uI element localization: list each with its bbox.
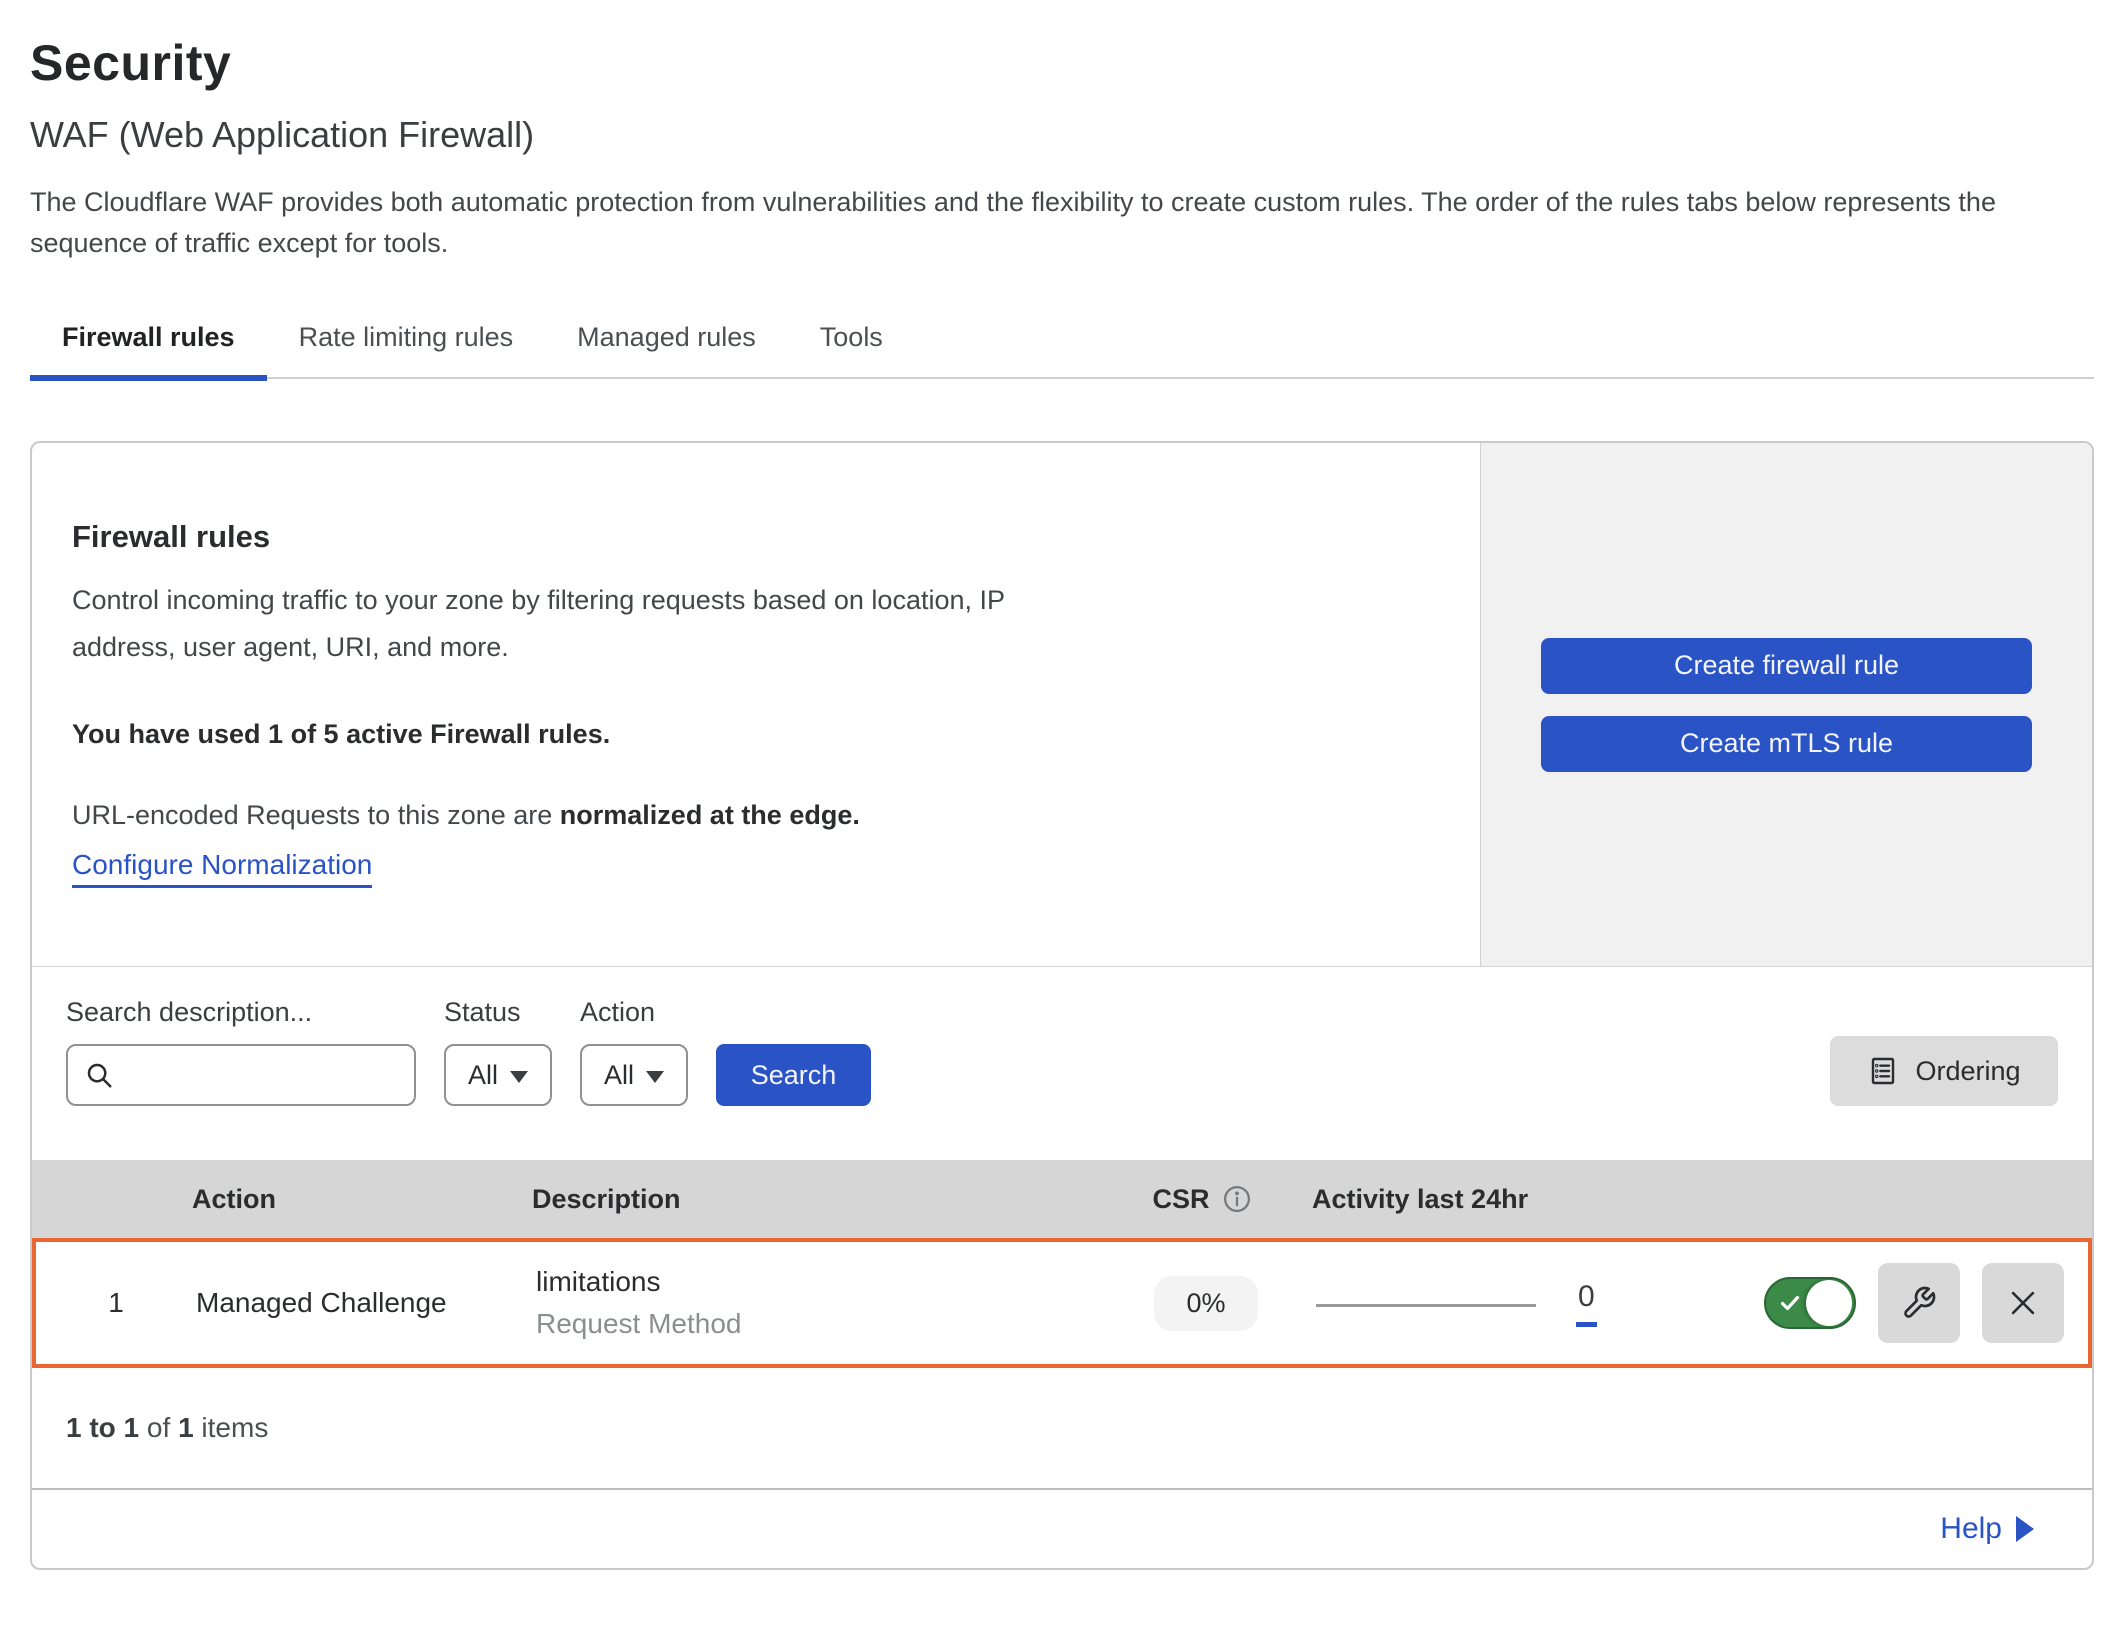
rule-expression: Request Method <box>536 1308 1096 1340</box>
pagination-of: of <box>139 1412 178 1444</box>
search-icon <box>84 1060 114 1090</box>
action-label: Action <box>580 997 688 1028</box>
help-link-label: Help <box>1940 1512 2002 1546</box>
ordering-button[interactable]: Ordering <box>1830 1036 2058 1106</box>
delete-rule-button[interactable] <box>1982 1263 2064 1343</box>
tab-tools[interactable]: Tools <box>788 306 915 377</box>
rule-enabled-toggle[interactable] <box>1764 1277 1856 1329</box>
list-document-icon <box>1867 1055 1899 1087</box>
card-footer: Help <box>32 1490 2092 1568</box>
status-label: Status <box>444 997 552 1028</box>
status-select-value: All <box>468 1060 498 1091</box>
info-icon[interactable] <box>1222 1184 1252 1214</box>
card-description: Control incoming traffic to your zone by… <box>72 577 1062 671</box>
configure-normalization-link[interactable]: Configure Normalization <box>72 849 372 888</box>
page-title: Security <box>30 34 2094 92</box>
pagination-items: items <box>194 1412 269 1444</box>
page-subtitle: WAF (Web Application Firewall) <box>30 114 2094 156</box>
search-button[interactable]: Search <box>716 1044 871 1106</box>
status-select[interactable]: All <box>444 1044 552 1106</box>
pagination-total: 1 <box>178 1412 194 1443</box>
waf-tabs: Firewall rules Rate limiting rules Manag… <box>30 306 2094 379</box>
status-filter-group: Status All <box>444 997 552 1106</box>
checkmark-icon <box>1778 1291 1802 1315</box>
url-normalization-note: URL-encoded Requests to this zone are no… <box>72 800 1440 831</box>
firewall-rules-card: Firewall rules Control incoming traffic … <box>30 441 2094 1570</box>
rule-controls <box>1756 1263 2088 1343</box>
usage-note: You have used 1 of 5 active Firewall rul… <box>72 719 1440 750</box>
header-activity: Activity last 24hr <box>1312 1184 1752 1215</box>
rule-description-cell: limitations Request Method <box>536 1266 1096 1340</box>
create-rule-panel: Create firewall rule Create mTLS rule <box>1480 443 2092 966</box>
create-mtls-rule-button[interactable]: Create mTLS rule <box>1541 716 2032 772</box>
page-description: The Cloudflare WAF provides both automat… <box>30 182 2080 264</box>
toggle-knob <box>1806 1280 1852 1326</box>
search-group: Search description... <box>66 997 416 1106</box>
tab-firewall-rules[interactable]: Firewall rules <box>30 306 267 377</box>
rule-description[interactable]: limitations <box>536 1266 1096 1298</box>
header-csr: CSR <box>1092 1184 1312 1215</box>
tab-managed-rules[interactable]: Managed rules <box>545 306 788 377</box>
header-csr-label: CSR <box>1152 1184 1209 1215</box>
edit-rule-button[interactable] <box>1878 1263 1960 1343</box>
card-heading: Firewall rules <box>72 519 1440 555</box>
waf-page: Security WAF (Web Application Firewall) … <box>0 0 2114 1570</box>
pagination-range: 1 to 1 <box>66 1412 139 1443</box>
header-action: Action <box>192 1184 532 1215</box>
table-header: Action Description CSR Activity last 24h… <box>32 1160 2092 1238</box>
filter-bar: Search description... Status All <box>32 967 2092 1160</box>
rule-csr-cell: 0% <box>1096 1276 1316 1331</box>
rule-row-highlight: 1 Managed Challenge limitations Request … <box>32 1238 2092 1368</box>
triangle-right-icon <box>2016 1516 2034 1542</box>
rule-priority: 1 <box>36 1287 196 1319</box>
activity-count-link[interactable]: 0 <box>1576 1280 1597 1327</box>
url-note-bold: normalized at the edge. <box>560 800 860 830</box>
create-firewall-rule-button[interactable]: Create firewall rule <box>1541 638 2032 694</box>
tab-rate-limiting-rules[interactable]: Rate limiting rules <box>267 306 546 377</box>
help-link[interactable]: Help <box>1940 1512 2034 1546</box>
action-select[interactable]: All <box>580 1044 688 1106</box>
action-select-value: All <box>604 1060 634 1091</box>
card-top-section: Firewall rules Control incoming traffic … <box>32 443 2092 967</box>
table-row: 1 Managed Challenge limitations Request … <box>36 1242 2088 1364</box>
chevron-down-icon <box>510 1071 528 1083</box>
wrench-icon <box>1901 1285 1937 1321</box>
chevron-down-icon <box>646 1071 664 1083</box>
search-input[interactable] <box>124 1060 398 1091</box>
header-description: Description <box>532 1184 1092 1215</box>
pagination: 1 to 1 of 1 items <box>32 1368 2092 1490</box>
ordering-button-label: Ordering <box>1915 1056 2020 1087</box>
rule-action: Managed Challenge <box>196 1287 536 1319</box>
firewall-rules-info: Firewall rules Control incoming traffic … <box>32 443 1480 966</box>
url-note-regular: URL-encoded Requests to this zone are <box>72 800 560 830</box>
search-box <box>66 1044 416 1106</box>
action-filter-group: Action All <box>580 997 688 1106</box>
rule-activity-cell: 0 <box>1316 1280 1756 1327</box>
search-label: Search description... <box>66 997 416 1028</box>
close-icon <box>2006 1286 2040 1320</box>
activity-sparkline <box>1316 1304 1536 1307</box>
csr-badge: 0% <box>1154 1276 1257 1331</box>
